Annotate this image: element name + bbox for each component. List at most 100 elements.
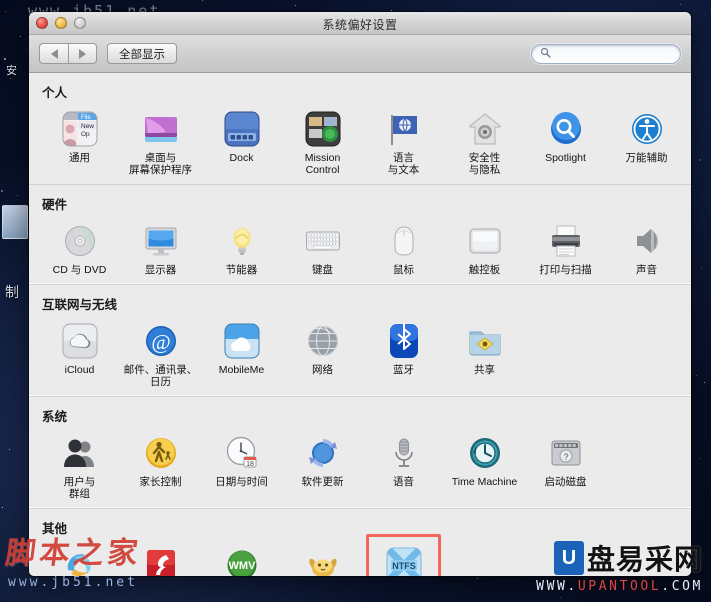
preference-pane[interactable]: MobileMe (201, 317, 282, 388)
preference-pane-label: Spotlight (545, 152, 586, 164)
preference-pane[interactable]: Spotlight (525, 105, 606, 176)
preference-pane[interactable]: 蓝牙 (363, 317, 444, 388)
preference-pane[interactable]: 家长控制 (120, 429, 201, 500)
navigation-buttons (39, 43, 97, 64)
svg-text:@: @ (151, 330, 170, 354)
growl-icon (303, 545, 343, 576)
sound-icon (627, 221, 667, 261)
date-time-icon: 18 (222, 433, 262, 473)
preference-pane[interactable]: 键盘 (282, 217, 363, 276)
preference-pane-label: 共享 (474, 364, 495, 376)
svg-text:18: 18 (246, 461, 254, 468)
time-machine-icon (465, 433, 505, 473)
search-field[interactable] (531, 43, 681, 64)
preference-pane-label: 启动磁盘 (544, 476, 587, 488)
preference-pane-grid: File New Op 通用 桌面与 屏幕保护程序 Dock Mission Control… (29, 103, 691, 182)
preference-pane[interactable]: NTFSNTFS for Mac OS X (363, 534, 444, 576)
preference-pane[interactable]: 声音 (606, 217, 687, 276)
desktop-item-thumbnail[interactable] (2, 205, 28, 239)
spotlight-icon (546, 109, 586, 149)
mouse-icon (384, 221, 424, 261)
preference-pane[interactable]: 网络 (282, 317, 363, 388)
desktop-partial-label-2: 制 (5, 284, 19, 300)
preference-pane[interactable]: Mission Control (282, 105, 363, 176)
preference-pane[interactable]: 万能辅助 (606, 105, 687, 176)
startup-disk-icon: ? (546, 433, 586, 473)
preference-pane[interactable]: ? 启动磁盘 (525, 429, 606, 500)
preference-pane[interactable]: iCloud (39, 317, 120, 388)
ntfs-for-mac-icon: NTFS (384, 545, 424, 576)
watermark-jb51-url: www.jb51.net (8, 575, 138, 590)
preference-pane[interactable]: 桌面与 屏幕保护程序 (120, 105, 201, 176)
preference-pane[interactable]: File New Op 通用 (39, 105, 120, 176)
search-icon (540, 45, 551, 63)
preference-pane[interactable]: 语言 与文本 (363, 105, 444, 176)
svg-text:?: ? (563, 452, 568, 462)
preference-pane[interactable]: Growl (282, 541, 363, 576)
preference-pane-label: 触控板 (468, 264, 501, 276)
cd-dvd-icon (60, 221, 100, 261)
energy-saver-icon (222, 221, 262, 261)
window-title: 系统偏好设置 (322, 18, 398, 32)
preference-pane-label: MobileMe (218, 364, 265, 376)
back-button[interactable] (39, 43, 68, 64)
preference-pane[interactable]: 节能器 (201, 217, 282, 276)
preference-pane-label: 声音 (636, 264, 657, 276)
section-title: 互联网与无线 (42, 298, 118, 312)
keyboard-icon (303, 221, 343, 261)
upantool-url-part3: .COM (661, 579, 703, 594)
preference-pane-label: 软件更新 (301, 476, 344, 488)
desktop-screensaver-icon (141, 109, 181, 149)
mission-control-icon (303, 109, 343, 149)
preferences-section: 个人 File New Op 通用 桌面与 屏幕保护程序 Dock Mission Contr… (29, 73, 691, 184)
preference-pane[interactable]: 软件更新 (282, 429, 363, 500)
trackpad-icon (465, 221, 505, 261)
preference-pane[interactable]: 用户与 群组 (39, 429, 120, 500)
preference-pane[interactable]: 打印与扫描 (525, 217, 606, 276)
preference-pane[interactable]: Dock (201, 105, 282, 176)
preference-pane-label: 通用 (69, 152, 90, 164)
window-titlebar[interactable]: 系统偏好设置 (29, 12, 691, 35)
preference-pane-label: 万能辅助 (625, 152, 668, 164)
show-all-button[interactable]: 全部显示 (107, 43, 177, 64)
print-scan-icon (546, 221, 586, 261)
section-title: 系统 (42, 410, 68, 424)
watermark-upantool-url: WWW.UPANTOOL.COM (536, 579, 703, 594)
general-icon: File New Op (60, 109, 100, 149)
search-input[interactable] (555, 47, 672, 60)
preference-pane[interactable]: WMVFlip4Mac WMV (201, 541, 282, 576)
preference-pane[interactable]: 触控板 (444, 217, 525, 276)
preferences-section: 系统用户与 群组 家长控制 18 日期与时间 软件更新 语音 Time Machine? 启动… (29, 396, 691, 508)
preference-pane-label: 桌面与 屏幕保护程序 (129, 152, 192, 176)
flip4mac-wmv-icon: WMV (222, 545, 262, 576)
preference-pane[interactable]: Time Machine (444, 429, 525, 500)
preference-pane[interactable]: 共享 (444, 317, 525, 388)
preference-pane-grid: CD 与 DVD 显示器 节能器 键盘 鼠标 触控板 打印与扫描 声音 (29, 215, 691, 282)
preference-pane[interactable]: 安全性 与隐私 (444, 105, 525, 176)
users-groups-icon (60, 433, 100, 473)
svg-text:NTFS: NTFS (392, 561, 416, 571)
preference-pane[interactable]: 18 日期与时间 (201, 429, 282, 500)
preference-pane-label: 显示器 (144, 264, 177, 276)
dock-icon (222, 109, 262, 149)
preference-pane-label: Mission Control (304, 152, 341, 176)
preference-pane[interactable]: 显示器 (120, 217, 201, 276)
preference-pane[interactable]: @ 邮件、通讯录、 日历 (120, 317, 201, 388)
svg-text:WMV: WMV (228, 560, 256, 572)
preference-pane-label: 家长控制 (139, 476, 182, 488)
preference-pane-grid: iCloud @ 邮件、通讯录、 日历 MobileMe 网络 蓝牙 共享 (29, 315, 691, 394)
system-preferences-window: 系统偏好设置 全部显示 个人 File New Op 通用桌面与 屏幕保护程序 … (29, 12, 691, 576)
upantool-url-part2: UPANTOOL (577, 579, 662, 594)
preference-pane[interactable]: 语音 (363, 429, 444, 500)
forward-button[interactable] (68, 43, 97, 64)
chevron-right-icon (79, 48, 86, 59)
upantool-name: 盘易采网 (586, 543, 703, 576)
preference-pane[interactable]: CD 与 DVD (39, 217, 120, 276)
preference-pane[interactable]: 鼠标 (363, 217, 444, 276)
mobileme-icon (222, 321, 262, 361)
preference-pane-label: 打印与扫描 (539, 264, 592, 276)
preference-pane-label: CD 与 DVD (52, 264, 107, 276)
speech-icon (384, 433, 424, 473)
mail-contacts-calendars-icon: @ (141, 321, 181, 361)
search-container (531, 43, 681, 64)
